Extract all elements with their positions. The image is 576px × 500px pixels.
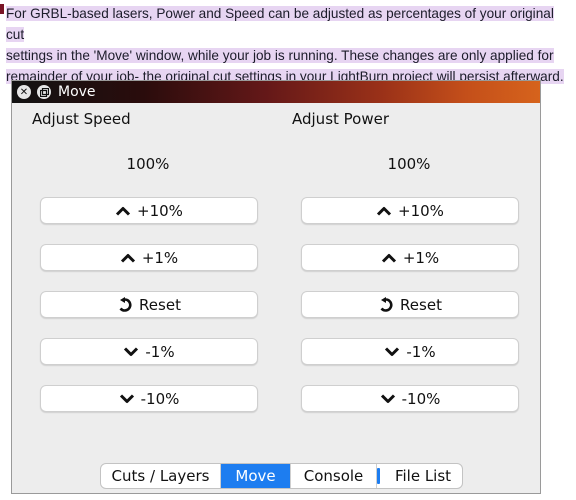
power-minus-1-button[interactable]: -1% — [301, 338, 519, 365]
chevron-up-icon — [120, 253, 136, 263]
power-plus-10-button[interactable]: +10% — [301, 197, 519, 224]
reset-icon — [378, 296, 394, 313]
button-label: Reset — [139, 295, 181, 314]
power-plus-1-button[interactable]: +1% — [301, 244, 519, 271]
float-window-icon[interactable] — [37, 85, 51, 99]
chevron-down-icon — [119, 393, 135, 404]
speed-plus-10-button[interactable]: +10% — [40, 197, 258, 224]
power-percent-value: 100% — [387, 155, 431, 173]
adjust-power-heading: Adjust Power — [292, 110, 390, 128]
chevron-up-icon — [376, 206, 392, 216]
speed-plus-1-button[interactable]: +1% — [40, 244, 258, 271]
button-label: -1% — [406, 342, 436, 361]
button-label: -10% — [140, 389, 180, 408]
tab-separator — [377, 468, 380, 484]
intro-line-2: settings in the 'Move' window, while you… — [6, 48, 554, 63]
window-titlebar[interactable]: ✕ Move — [12, 81, 540, 103]
intro-marker — [0, 4, 4, 14]
tab-move[interactable]: Move — [221, 464, 291, 488]
chevron-up-icon — [381, 253, 397, 263]
power-minus-10-button[interactable]: -10% — [301, 385, 519, 412]
button-label: +1% — [402, 248, 440, 267]
button-label: -1% — [145, 342, 175, 361]
tab-cuts-layers[interactable]: Cuts / Layers — [101, 464, 221, 488]
tab-console[interactable]: Console — [291, 464, 377, 488]
move-window: ✕ Move Adjust Speed Adjust Power 100% 10… — [11, 80, 541, 494]
speed-minus-10-button[interactable]: -10% — [40, 385, 258, 412]
chevron-down-icon — [380, 393, 396, 404]
speed-reset-button[interactable]: Reset — [40, 291, 258, 318]
chevron-down-icon — [384, 346, 400, 357]
intro-line-1: For GRBL-based lasers, Power and Speed c… — [6, 6, 554, 42]
button-label: Reset — [400, 295, 442, 314]
button-label: -10% — [401, 389, 441, 408]
tab-file-list[interactable]: File List — [384, 464, 462, 488]
button-label: +10% — [137, 201, 183, 220]
speed-percent-value: 100% — [126, 155, 170, 173]
close-icon[interactable]: ✕ — [17, 85, 31, 99]
window-title: Move — [58, 84, 96, 100]
speed-minus-1-button[interactable]: -1% — [40, 338, 258, 365]
chevron-up-icon — [115, 206, 131, 216]
tab-console-label: Console — [303, 467, 364, 485]
button-label: +1% — [141, 248, 179, 267]
button-label: +10% — [398, 201, 444, 220]
intro-text: For GRBL-based lasers, Power and Speed c… — [6, 3, 568, 87]
power-reset-button[interactable]: Reset — [301, 291, 519, 318]
bottom-tab-bar: Cuts / Layers Move Console File List — [100, 463, 463, 489]
adjust-speed-heading: Adjust Speed — [32, 110, 131, 128]
chevron-down-icon — [123, 346, 139, 357]
reset-icon — [117, 296, 133, 313]
